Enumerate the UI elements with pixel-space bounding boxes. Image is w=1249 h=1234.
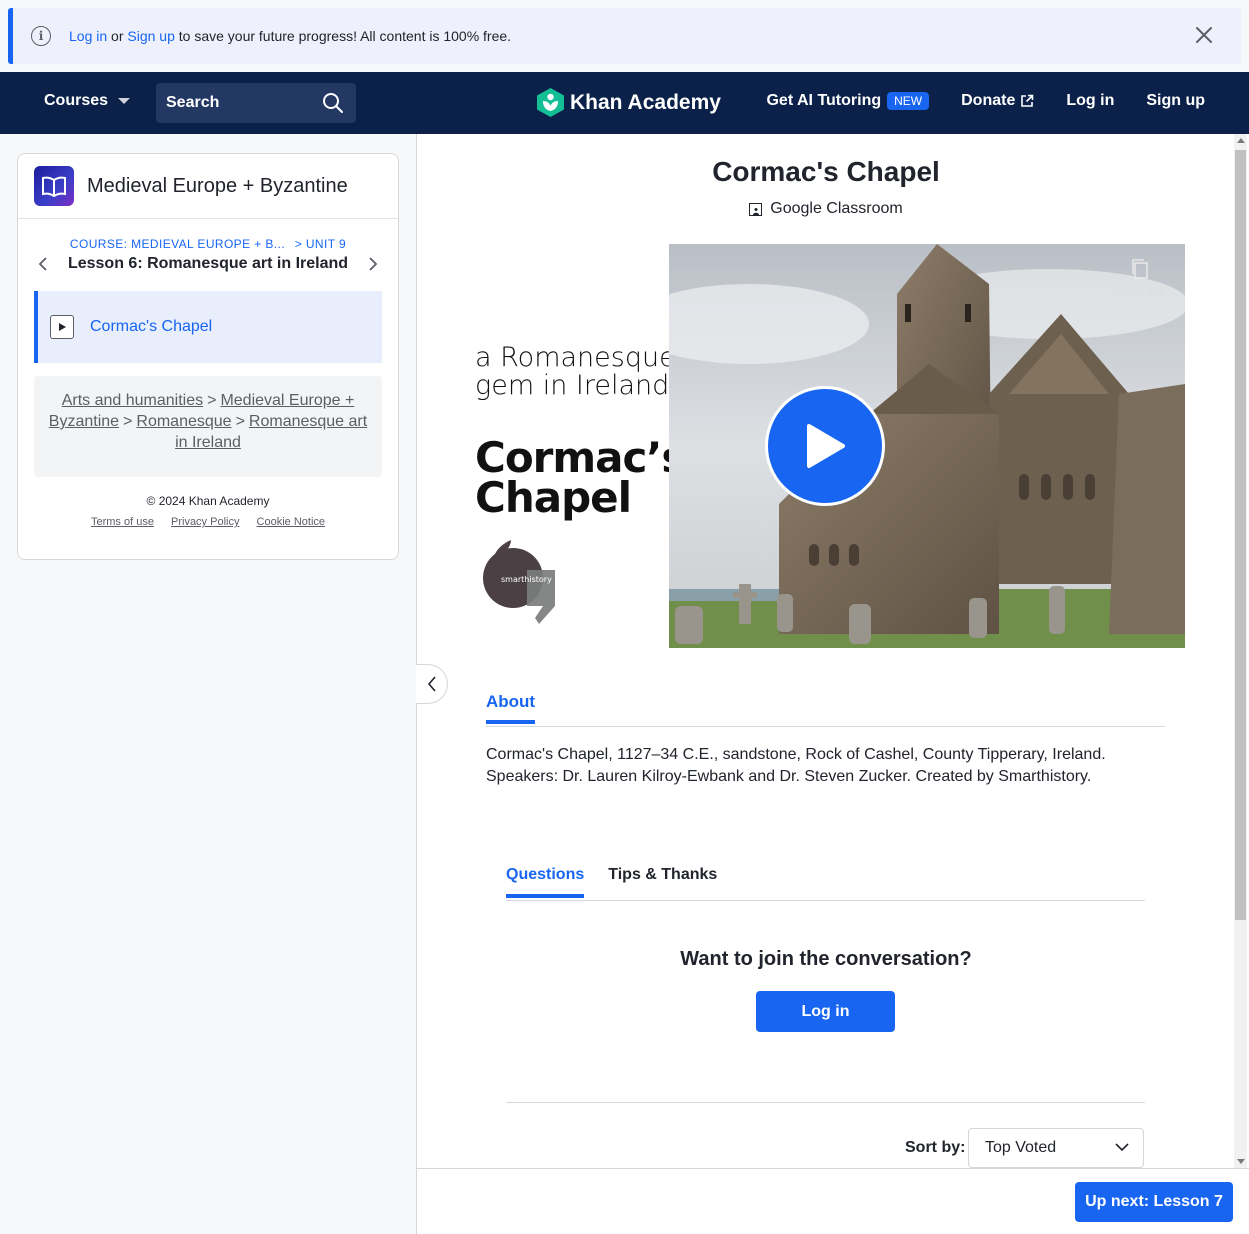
- breadcrumb-separator: >: [123, 413, 133, 430]
- search-placeholder: Search: [166, 94, 220, 111]
- khan-academy-logo[interactable]: Khan Academy: [537, 88, 721, 117]
- breadcrumb-link[interactable]: Arts and humanities: [62, 392, 203, 409]
- search-input[interactable]: Search: [156, 83, 356, 123]
- course-header[interactable]: Medieval Europe + Byzantine: [18, 154, 398, 219]
- copy-link-label: Copy link: [1115, 283, 1165, 297]
- google-classroom-icon: [749, 202, 763, 216]
- video-slide-text: a Romanesque gem in Ireland Cormac’s Cha…: [475, 342, 686, 522]
- chapel-photo: [669, 244, 1185, 648]
- join-conversation-heading: Want to join the conversation?: [680, 948, 972, 970]
- external-link-icon: [1021, 94, 1034, 107]
- cookie-link[interactable]: Cookie Notice: [257, 516, 325, 528]
- smarthistory-logo: smarthistory: [483, 540, 555, 624]
- nav-login-link[interactable]: Log in: [1066, 92, 1114, 110]
- unit-crumb-link[interactable]: > UNIT 9: [295, 237, 346, 251]
- course-sidebar: Medieval Europe + Byzantine COURSE: MEDI…: [17, 153, 399, 560]
- close-icon[interactable]: [1193, 24, 1215, 46]
- smarthistory-text: smarthistory: [501, 575, 552, 584]
- tab-questions[interactable]: Questions: [506, 866, 585, 898]
- chevron-right-icon[interactable]: [368, 257, 378, 271]
- login-button[interactable]: Log in: [756, 991, 895, 1032]
- nav-right-links: Get AI Tutoring NEW Donate Log in Sign u…: [766, 92, 1205, 110]
- legal-links: Terms of use Privacy Policy Cookie Notic…: [18, 516, 398, 528]
- slide-subtitle: gem in Ireland: [475, 370, 670, 401]
- copy-link-button[interactable]: Copy link: [1116, 258, 1165, 297]
- slide-title: Chapel: [475, 473, 632, 522]
- video-play-icon: [50, 315, 74, 339]
- scrollbar[interactable]: [1234, 134, 1247, 1168]
- up-next-button[interactable]: Up next: Lesson 7: [1075, 1182, 1233, 1222]
- new-badge: NEW: [887, 92, 930, 110]
- scroll-down-arrow[interactable]: [1237, 1159, 1245, 1164]
- course-title: Medieval Europe + Byzantine: [87, 174, 348, 197]
- terms-link[interactable]: Terms of use: [91, 516, 154, 528]
- slide-title: Cormac’s: [475, 433, 686, 482]
- nav-signup-link[interactable]: Sign up: [1146, 92, 1205, 110]
- info-icon: i: [31, 26, 51, 46]
- breadcrumb: Arts and humanities > Medieval Europe + By…: [34, 376, 382, 477]
- play-button[interactable]: [765, 386, 885, 506]
- google-classroom-button[interactable]: Google Classroom: [417, 200, 1235, 218]
- donate-label: Donate: [961, 92, 1016, 109]
- login-banner: i Log in or Sign up to save your future …: [8, 8, 1241, 64]
- page-title: Cormac's Chapel: [712, 156, 940, 187]
- chevron-down-icon: [1115, 1143, 1129, 1152]
- sort-select[interactable]: Top Voted: [968, 1128, 1144, 1168]
- sort-label: Sort by:: [905, 1139, 966, 1156]
- donate-link[interactable]: Donate: [961, 92, 1034, 110]
- slide-subtitle: a Romanesque: [475, 342, 676, 373]
- course-crumb-link[interactable]: COURSE: MEDIEVAL EUROPE + B...: [70, 237, 285, 251]
- google-classroom-label: Google Classroom: [770, 200, 903, 217]
- breadcrumb-separator: >: [207, 392, 217, 409]
- discussion-tabs: Questions Tips & Thanks: [506, 866, 717, 898]
- lesson-navigator: COURSE: MEDIEVAL EUROPE + B... > UNIT 9 …: [18, 219, 398, 291]
- divider: [486, 726, 1165, 727]
- lesson-title: Lesson 6: Romanesque art in Ireland: [67, 255, 349, 272]
- scroll-up-arrow[interactable]: [1237, 138, 1245, 143]
- lesson-item-cormacs-chapel[interactable]: Cormac's Chapel: [34, 291, 382, 363]
- tab-about[interactable]: About: [486, 692, 536, 724]
- top-navigation: Courses Search Khan Academy Get AI Tutor…: [0, 72, 1249, 134]
- divider: [506, 900, 1145, 901]
- course-unit-crumb: COURSE: MEDIEVAL EUROPE + B... > UNIT 9: [18, 237, 398, 251]
- video-player[interactable]: a Romanesque gem in Ireland Cormac’s Cha…: [469, 244, 1185, 648]
- breadcrumb-separator: >: [235, 413, 245, 430]
- privacy-link[interactable]: Privacy Policy: [171, 516, 239, 528]
- khan-logo-icon: [537, 88, 564, 117]
- logo-text: Khan Academy: [570, 90, 721, 114]
- lesson-item-label: Cormac's Chapel: [90, 318, 213, 335]
- ai-tutoring-link[interactable]: Get AI Tutoring NEW: [766, 92, 930, 110]
- courses-menu-button[interactable]: Courses: [44, 92, 131, 110]
- play-icon: [807, 424, 845, 468]
- divider: [506, 1102, 1145, 1103]
- chevron-left-icon: [427, 676, 436, 692]
- courses-label: Courses: [44, 92, 109, 109]
- bottom-bar: Up next: Lesson 7: [417, 1168, 1249, 1234]
- banner-signup-link[interactable]: Sign up: [127, 28, 174, 44]
- copyright: © 2024 Khan Academy: [146, 494, 270, 508]
- search-icon[interactable]: [322, 92, 344, 114]
- collapse-sidebar-button[interactable]: [416, 664, 448, 704]
- banner-login-link[interactable]: Log in: [69, 28, 107, 44]
- ai-tutoring-label: Get AI Tutoring: [766, 92, 882, 109]
- scrollbar-thumb[interactable]: [1235, 150, 1246, 920]
- video-description: Cormac's Chapel, 1127–34 C.E., sandstone…: [486, 746, 1106, 785]
- copy-icon: [1132, 259, 1149, 279]
- chevron-down-icon: [118, 98, 131, 104]
- tab-tips-thanks[interactable]: Tips & Thanks: [608, 866, 717, 898]
- breadcrumb-link[interactable]: Romanesque: [136, 413, 231, 430]
- banner-message: to save your future progress! All conten…: [174, 28, 512, 44]
- banner-or-text: or: [107, 28, 128, 44]
- sort-value: Top Voted: [985, 1139, 1057, 1156]
- main-content: Cormac's Chapel Google Classroom a Roman…: [416, 134, 1249, 1234]
- book-icon: [34, 166, 74, 206]
